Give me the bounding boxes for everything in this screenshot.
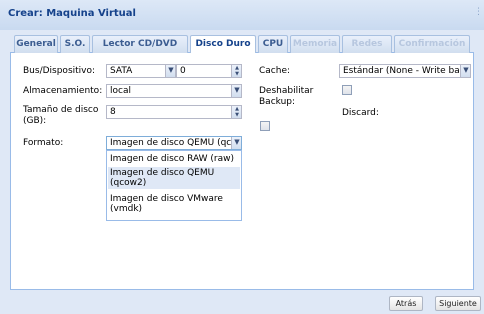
format-label: Formato: (23, 138, 64, 148)
tab-hard-disk[interactable]: Disco Duro (190, 35, 256, 54)
tab-network: Redes (342, 35, 392, 53)
disk-size-stepper[interactable]: 8 ▲ ▼ (106, 105, 242, 119)
cache-select[interactable]: Estándar (None - Write bac ▼ (339, 64, 471, 78)
tab-cd-dvd[interactable]: Lector CD/DVD (92, 35, 188, 53)
disable-backup-checkbox[interactable] (342, 85, 352, 95)
bus-select[interactable]: SATA ▼ (106, 64, 176, 78)
format-select[interactable]: Imagen de disco QEMU (qc ▼ (106, 136, 242, 150)
chevron-down-icon[interactable]: ▼ (460, 65, 470, 77)
tab-memory: Memoria (290, 35, 340, 53)
spinner-arrows-icon[interactable]: ▲ ▼ (231, 65, 241, 77)
tab-general[interactable]: General (14, 35, 58, 53)
chevron-down-icon[interactable]: ▼ (231, 85, 241, 97)
device-index-value: 0 (180, 66, 186, 76)
storage-select[interactable]: local ▼ (106, 84, 242, 98)
discard-checkbox[interactable] (260, 121, 270, 131)
cache-select-value: Estándar (None - Write bac (343, 66, 465, 76)
storage-select-value: local (110, 86, 131, 96)
chevron-down-icon[interactable]: ▼ (231, 137, 241, 149)
next-button[interactable]: Siguiente (435, 296, 481, 311)
dialog-titlebar[interactable]: Crear: Maquina Virtual ⋮ (0, 0, 484, 30)
format-option-raw[interactable]: Imagen de disco RAW (raw) (108, 153, 240, 165)
disable-backup-label: Deshabilitar Backup: (259, 86, 314, 107)
cache-label: Cache: (259, 66, 291, 76)
format-option-vmdk[interactable]: Imagen de disco VMware (vmdk) (108, 193, 240, 215)
format-option-qcow2[interactable]: Imagen de disco QEMU (qcow2) (108, 167, 240, 189)
disk-size-value: 8 (110, 107, 116, 117)
disk-size-label: Tamaño de disco (GB): (23, 105, 99, 126)
device-index-stepper[interactable]: 0 ▲ ▼ (176, 64, 242, 78)
bus-device-label: Bus/Dispositivo: (23, 66, 96, 76)
bus-select-value: SATA (110, 66, 133, 76)
tab-cpu[interactable]: CPU (258, 35, 288, 53)
storage-label: Almacenamiento: (23, 86, 103, 96)
format-select-value: Imagen de disco QEMU (qc (110, 138, 232, 148)
create-vm-dialog: Crear: Maquina Virtual ⋮ General S.O. Le… (0, 0, 484, 314)
tab-bar: General S.O. Lector CD/DVD Disco Duro CP… (10, 35, 474, 54)
dialog-footer: Atrás Siguiente (0, 290, 484, 314)
close-icon[interactable]: ⋮ (474, 7, 483, 19)
format-dropdown-list: Imagen de disco RAW (raw) Imagen de disc… (106, 150, 242, 221)
dialog-title: Crear: Maquina Virtual (8, 8, 136, 19)
chevron-down-icon[interactable]: ▼ (165, 65, 175, 77)
back-button[interactable]: Atrás (389, 296, 423, 311)
tab-os[interactable]: S.O. (60, 35, 90, 53)
tab-confirmation: Confirmación (394, 35, 470, 53)
spinner-arrows-icon[interactable]: ▲ ▼ (231, 106, 241, 118)
discard-label: Discard: (342, 108, 379, 118)
